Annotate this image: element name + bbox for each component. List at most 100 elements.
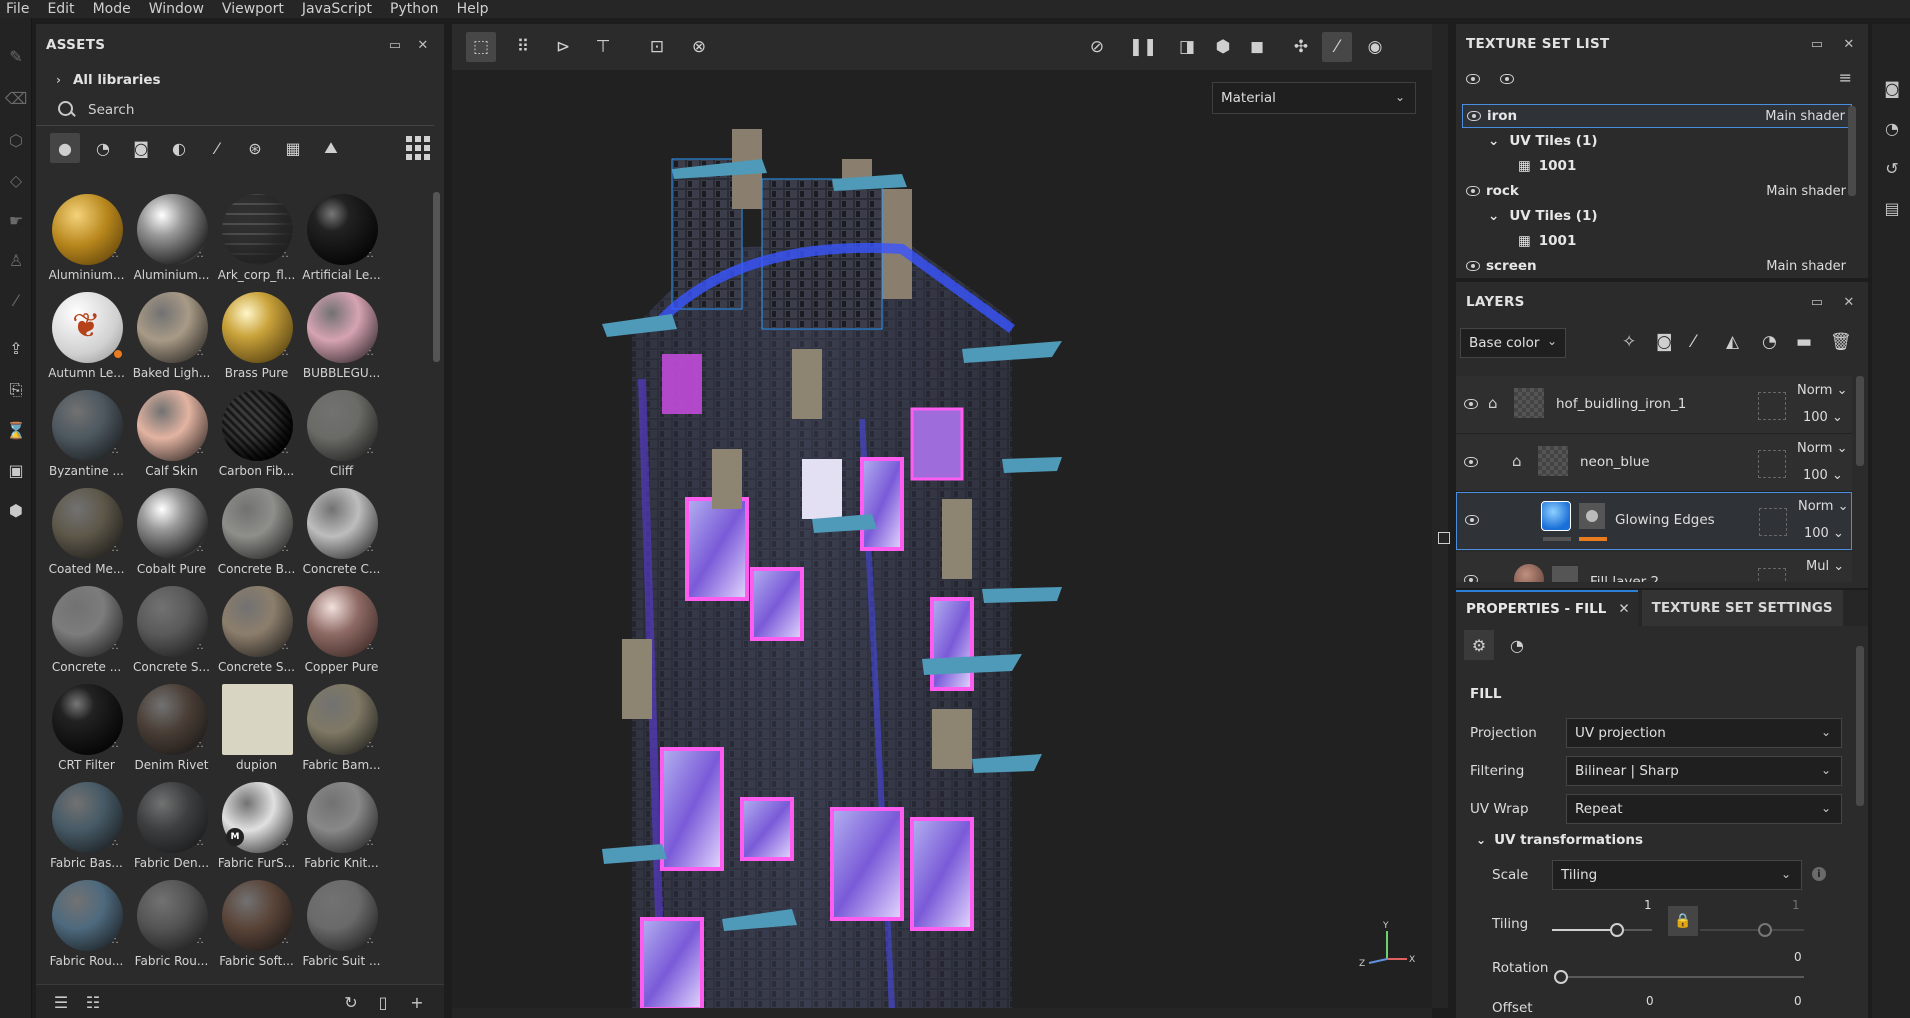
shader-name[interactable]: Main shader xyxy=(1766,184,1846,199)
symmetry-x-icon[interactable]: ⊳ xyxy=(548,32,578,62)
list-view-icon[interactable]: ☰ xyxy=(50,991,72,1013)
menu-window[interactable]: Window xyxy=(140,0,213,18)
texture-set-row[interactable]: rock Main shader xyxy=(1462,179,1852,203)
asset-tile[interactable]: Concrete ... xyxy=(44,586,129,684)
asset-tile[interactable]: Baked Ligh... xyxy=(129,292,214,390)
material-mode-select[interactable]: Material ⌄ xyxy=(1212,82,1416,114)
material-icon[interactable]: ◔ xyxy=(1502,630,1532,660)
color-picker-icon[interactable]: ⁄ xyxy=(4,288,28,312)
offset-y-value[interactable]: 0 xyxy=(1794,994,1802,1008)
filter-smart-materials-icon[interactable]: ◔ xyxy=(88,133,118,163)
shelf-icon[interactable]: ▣ xyxy=(4,458,28,482)
visibility-icon[interactable] xyxy=(1466,186,1480,196)
menu-mode[interactable]: Mode xyxy=(84,0,140,18)
undock-icon[interactable]: ▭ xyxy=(1806,291,1828,313)
visibility-icon[interactable] xyxy=(1467,111,1481,121)
uv-tile-row[interactable]: ▦ 1001 xyxy=(1462,154,1852,178)
viewport[interactable]: ⬚ ⠿ ⊳ ⊤ ⊡ ⊗ ⊘ ❚❚ ◨ ⬢ ◼ ✣ ⁄ ◉ Material ⌄ xyxy=(452,24,1432,1009)
tiling-slider-2-track[interactable] xyxy=(1700,929,1804,931)
asset-tile[interactable]: Aluminium... xyxy=(44,194,129,292)
filter-generators-icon[interactable]: ◐ xyxy=(164,133,194,163)
close-icon[interactable]: ✕ xyxy=(412,34,434,56)
paint-mode-icon[interactable]: ⁄ xyxy=(1322,32,1352,62)
tree-view-icon[interactable]: ☷ xyxy=(82,991,104,1013)
box-icon[interactable]: ⬢ xyxy=(4,498,28,522)
layer-mask-slot[interactable] xyxy=(1758,392,1786,420)
layer-blend-mode[interactable]: Norm ⌄ xyxy=(1798,499,1849,514)
layer-blend-mode[interactable]: Norm ⌄ xyxy=(1797,441,1848,456)
asset-tile[interactable]: Ark_corp_fl... xyxy=(214,194,299,292)
filter-brushes-icon[interactable]: ⁄ xyxy=(202,133,232,163)
lock-icon[interactable]: 🔒 xyxy=(1668,906,1698,936)
rotation-value[interactable]: 0 xyxy=(1794,950,1802,964)
grid-view-icon[interactable] xyxy=(406,136,430,160)
uv-transformations-toggle[interactable]: ⌄ UV transformations xyxy=(1476,832,1643,848)
asset-tile[interactable]: Copper Pure xyxy=(299,586,384,684)
search-input[interactable] xyxy=(88,101,388,118)
tiling-value[interactable]: 1 xyxy=(1644,898,1652,912)
screenshot-icon[interactable]: ◉ xyxy=(1360,32,1390,62)
asset-tile[interactable]: Fabric Rou... xyxy=(129,880,214,978)
polygon-fill-icon[interactable]: ◇ xyxy=(4,168,28,192)
menu-javascript[interactable]: JavaScript xyxy=(293,0,381,18)
paint-brush-icon[interactable]: ✎ xyxy=(4,44,28,68)
add-icon[interactable]: + xyxy=(406,991,428,1013)
asset-tile[interactable]: BUBBLEGU... xyxy=(299,292,384,390)
add-fill-layer-icon[interactable]: ◭ xyxy=(1726,332,1739,352)
filter-textures-icon[interactable]: ▦ xyxy=(278,133,308,163)
layer-row[interactable]: Fill layer 2 Mul ⌄ xyxy=(1456,552,1852,582)
tab-properties-fill[interactable]: PROPERTIES - FILL ✕ xyxy=(1456,590,1638,626)
hide-icon[interactable]: ⊘ xyxy=(1082,32,1112,62)
uvwrap-select[interactable]: Repeat ⌄ xyxy=(1566,794,1842,824)
filter-particles-icon[interactable]: ⊛ xyxy=(240,133,270,163)
refresh-icon[interactable]: ↻ xyxy=(340,991,362,1013)
shader-name[interactable]: Main shader xyxy=(1766,259,1846,274)
filter-masks-icon[interactable]: ◙ xyxy=(126,133,156,163)
layer-row[interactable]: ⌂ hof_buidling_iron_1 Norm ⌄ 100 ⌄ xyxy=(1456,376,1852,434)
cube-view-icon[interactable]: ⬢ xyxy=(1208,32,1238,62)
eraser-icon[interactable]: ⌫ xyxy=(4,86,28,110)
asset-tile[interactable]: Concrete S... xyxy=(129,586,214,684)
asset-tile[interactable]: M Fabric FurS... xyxy=(214,782,299,880)
layer-visibility-icon[interactable] xyxy=(1464,457,1478,467)
layer-opacity[interactable]: 100 ⌄ xyxy=(1803,410,1843,425)
smart-material-icon[interactable]: ◔ xyxy=(1762,332,1777,352)
tiling-value-2[interactable]: 1 xyxy=(1792,898,1800,912)
layer-visibility-icon[interactable] xyxy=(1464,399,1478,409)
asset-tile[interactable]: Fabric Bas... xyxy=(44,782,129,880)
asset-tile[interactable]: Fabric Bam... xyxy=(299,684,384,782)
asset-tile[interactable]: Fabric Rou... xyxy=(44,880,129,978)
filter-environments-icon[interactable]: ⛰ xyxy=(316,133,346,163)
tiling-slider-2-knob[interactable] xyxy=(1758,923,1772,937)
export-icon[interactable]: ⇪ xyxy=(4,336,28,360)
projection-select[interactable]: UV projection ⌄ xyxy=(1566,718,1842,748)
log-icon[interactable]: ▤ xyxy=(1880,196,1904,220)
rotation-slider-track[interactable] xyxy=(1560,976,1804,978)
asset-tile[interactable]: Coated Me... xyxy=(44,488,129,586)
clone-stamp-icon[interactable]: ♙ xyxy=(4,248,28,272)
selection-tool-icon[interactable]: ⬚ xyxy=(466,32,496,62)
asset-tile[interactable]: Cliff xyxy=(299,390,384,488)
asset-tile[interactable]: Fabric Knit... xyxy=(299,782,384,880)
asset-tile[interactable]: Fabric Den... xyxy=(129,782,214,880)
new-folder-icon[interactable]: ▯ xyxy=(372,991,394,1013)
pause-icon[interactable]: ❚❚ xyxy=(1128,32,1158,62)
chevron-down-icon[interactable]: ⌄ xyxy=(1488,133,1499,149)
close-tab-icon[interactable]: ✕ xyxy=(1618,601,1629,617)
solo-visibility-icon[interactable] xyxy=(1500,74,1514,84)
library-selector[interactable]: › All libraries xyxy=(36,66,444,94)
layer-mask-slot[interactable] xyxy=(1759,508,1787,536)
shader-name[interactable]: Main shader xyxy=(1765,109,1845,124)
asset-tile[interactable]: Concrete S... xyxy=(214,586,299,684)
split-view-icon[interactable]: ◨ xyxy=(1172,32,1202,62)
menu-help[interactable]: Help xyxy=(448,0,498,18)
layer-mask-slot[interactable] xyxy=(1758,568,1786,582)
texture-set-scrollbar[interactable] xyxy=(1848,106,1856,196)
asset-tile[interactable]: Artificial Le... xyxy=(299,194,384,292)
asset-tile[interactable]: Denim Rivet xyxy=(129,684,214,782)
layer-visibility-icon[interactable] xyxy=(1464,575,1478,582)
asset-tile[interactable]: Concrete B... xyxy=(214,488,299,586)
layer-row-selected[interactable]: Glowing Edges Norm ⌄ 100 ⌄ xyxy=(1456,492,1852,550)
add-paint-layer-icon[interactable]: ⁄ xyxy=(1692,332,1695,352)
display-settings-icon[interactable]: ◙ xyxy=(1880,76,1904,100)
